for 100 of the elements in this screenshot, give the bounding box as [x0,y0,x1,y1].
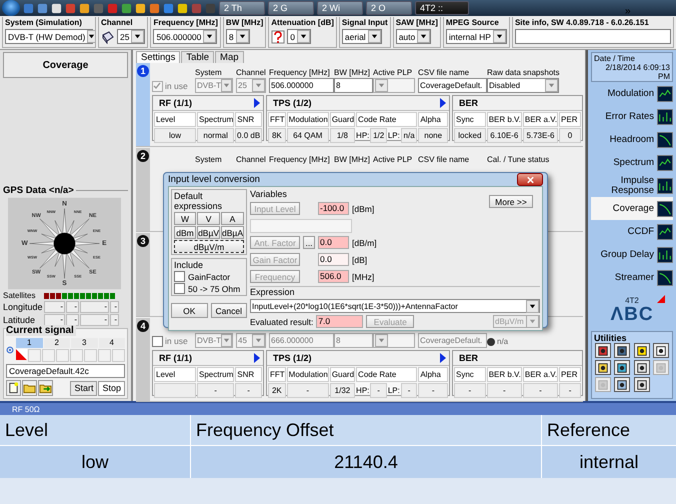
unit-label: [dB] [352,254,368,264]
taskbar-button[interactable]: 2 G [268,1,314,15]
signal-tab[interactable]: 1 [16,338,42,348]
utility-button[interactable] [634,343,650,358]
dropdown[interactable]: Disabled [487,78,559,93]
dropdown[interactable]: aerial [342,29,382,44]
file-name-field[interactable]: CoverageDefault.42c [6,364,125,378]
nav-item[interactable]: Coverage [591,197,673,220]
unit-button[interactable]: V [197,212,220,225]
book-icon[interactable] [101,30,115,44]
start-button[interactable]: Start [70,380,98,396]
unit-button[interactable]: W [174,212,196,225]
app-icon[interactable] [79,2,90,14]
close-button[interactable] [517,173,543,186]
app-icon[interactable] [135,2,146,14]
tab[interactable]: Settings [136,51,180,63]
app-icon[interactable] [149,2,160,14]
taskbar-button[interactable]: 2 Th [219,1,265,15]
unit-button[interactable]: dBµA [221,226,244,239]
dropdown[interactable]: 25 [117,29,146,44]
triangle-icon[interactable] [440,98,446,108]
dropdown[interactable]: internal HP [446,29,507,44]
nav-item[interactable]: Spectrum [591,151,673,174]
utility-button[interactable] [653,343,670,358]
in-use-checkbox[interactable] [152,80,163,92]
tab[interactable]: Map [215,51,244,63]
signal-tab[interactable]: 2 [44,338,70,348]
input-field[interactable]: 666.000000 [269,333,334,348]
unit-button[interactable]: dBm [174,226,196,239]
utility-button[interactable] [594,360,611,375]
input-field[interactable]: 506.000000 [269,78,334,93]
new-file-icon[interactable] [6,380,21,396]
input-field[interactable]: CoverageDefault. [418,78,487,93]
folder-icon[interactable] [22,380,37,396]
dropdown[interactable]: auto [396,29,432,44]
more-button[interactable]: More >> [489,195,533,208]
unit-button[interactable]: A [221,212,244,225]
browse-button[interactable]: ... [303,236,315,249]
input-field[interactable]: -100.0 [318,202,349,215]
expression-dropdown[interactable]: InputLevel+(20*log10(1E6*sqrt(1E-3*50)))+AntennaFactor [250,299,540,313]
input-field[interactable]: 506.0 [318,270,349,283]
nav-item[interactable]: Impulse Response [591,174,673,197]
checkbox[interactable] [174,283,185,294]
dropdown[interactable]: 506.000000 [153,29,218,44]
nav-item[interactable]: Error Rates [591,105,673,128]
nav-item[interactable]: Headroom [591,128,673,151]
utility-button[interactable] [634,360,650,375]
coverage-button[interactable]: Coverage [3,52,128,78]
checkbox[interactable] [174,271,185,282]
channel-strip[interactable]: 1 [136,63,150,146]
signal-tab[interactable]: 3 [71,338,98,348]
stop-button[interactable]: Stop [98,380,125,396]
triangle-icon[interactable] [440,353,446,363]
nav-item[interactable]: Group Delay [591,243,673,266]
in-use-checkbox[interactable] [152,336,163,346]
cancel-button[interactable]: Cancel [210,303,247,318]
input-field[interactable]: 0.0 [318,253,349,266]
caret-icon [370,33,378,40]
start-button[interactable] [2,0,20,16]
result-field[interactable]: 7.0 [316,315,364,328]
input-field[interactable]: 8 [334,78,373,93]
dropdown[interactable]: DVB-T [195,333,233,348]
utility-button[interactable] [594,343,611,358]
app-icon[interactable] [51,2,62,14]
taskbar-button[interactable]: 2 Wi [317,1,363,15]
taskbar-button[interactable]: 4T2 :: [415,1,469,15]
channel-strip[interactable]: 2 [136,148,150,231]
app-icon[interactable] [177,2,188,14]
input-field[interactable] [250,218,352,232]
dropdown[interactable]: DVB-T (HW Demod) [5,29,93,44]
nav-item[interactable]: CCDF [591,220,673,243]
signal-tab[interactable]: 4 [98,338,125,348]
unit-button[interactable]: dBµV/m [174,240,244,253]
nav-item[interactable]: Modulation [591,82,673,105]
utility-button[interactable] [614,360,630,375]
dropdown[interactable]: 0 [287,29,311,44]
dropdown[interactable] [373,333,415,348]
utility-button[interactable] [614,343,630,358]
triangle-icon[interactable] [254,353,260,363]
utility-button[interactable] [634,377,650,392]
input-field[interactable]: 8 [334,333,373,348]
taskbar-button[interactable]: 2 O [366,1,412,15]
dropdown[interactable]: DVB-T [195,78,233,93]
dropdown[interactable]: 25 [236,78,266,93]
nav-item[interactable]: Streamer [591,266,673,289]
site-info-field[interactable] [514,29,671,44]
ok-button[interactable]: OK [171,303,208,318]
dropdown[interactable]: 8 [226,29,250,44]
utility-button[interactable] [614,377,630,392]
input-field[interactable]: CoverageDefault. [418,333,487,348]
channel-strip[interactable]: 4 [136,318,150,401]
tab[interactable]: Table [181,51,214,63]
input-field[interactable]: 0.0 [318,236,349,249]
unit-button[interactable]: dBµV [197,226,220,239]
channel-strip[interactable]: 3 [136,233,150,316]
help-icon[interactable] [271,30,286,44]
dropdown[interactable]: 45 [236,333,266,348]
app-icon[interactable] [121,2,132,14]
triangle-icon[interactable] [254,98,260,108]
coordinate-cell: - [110,314,119,326]
